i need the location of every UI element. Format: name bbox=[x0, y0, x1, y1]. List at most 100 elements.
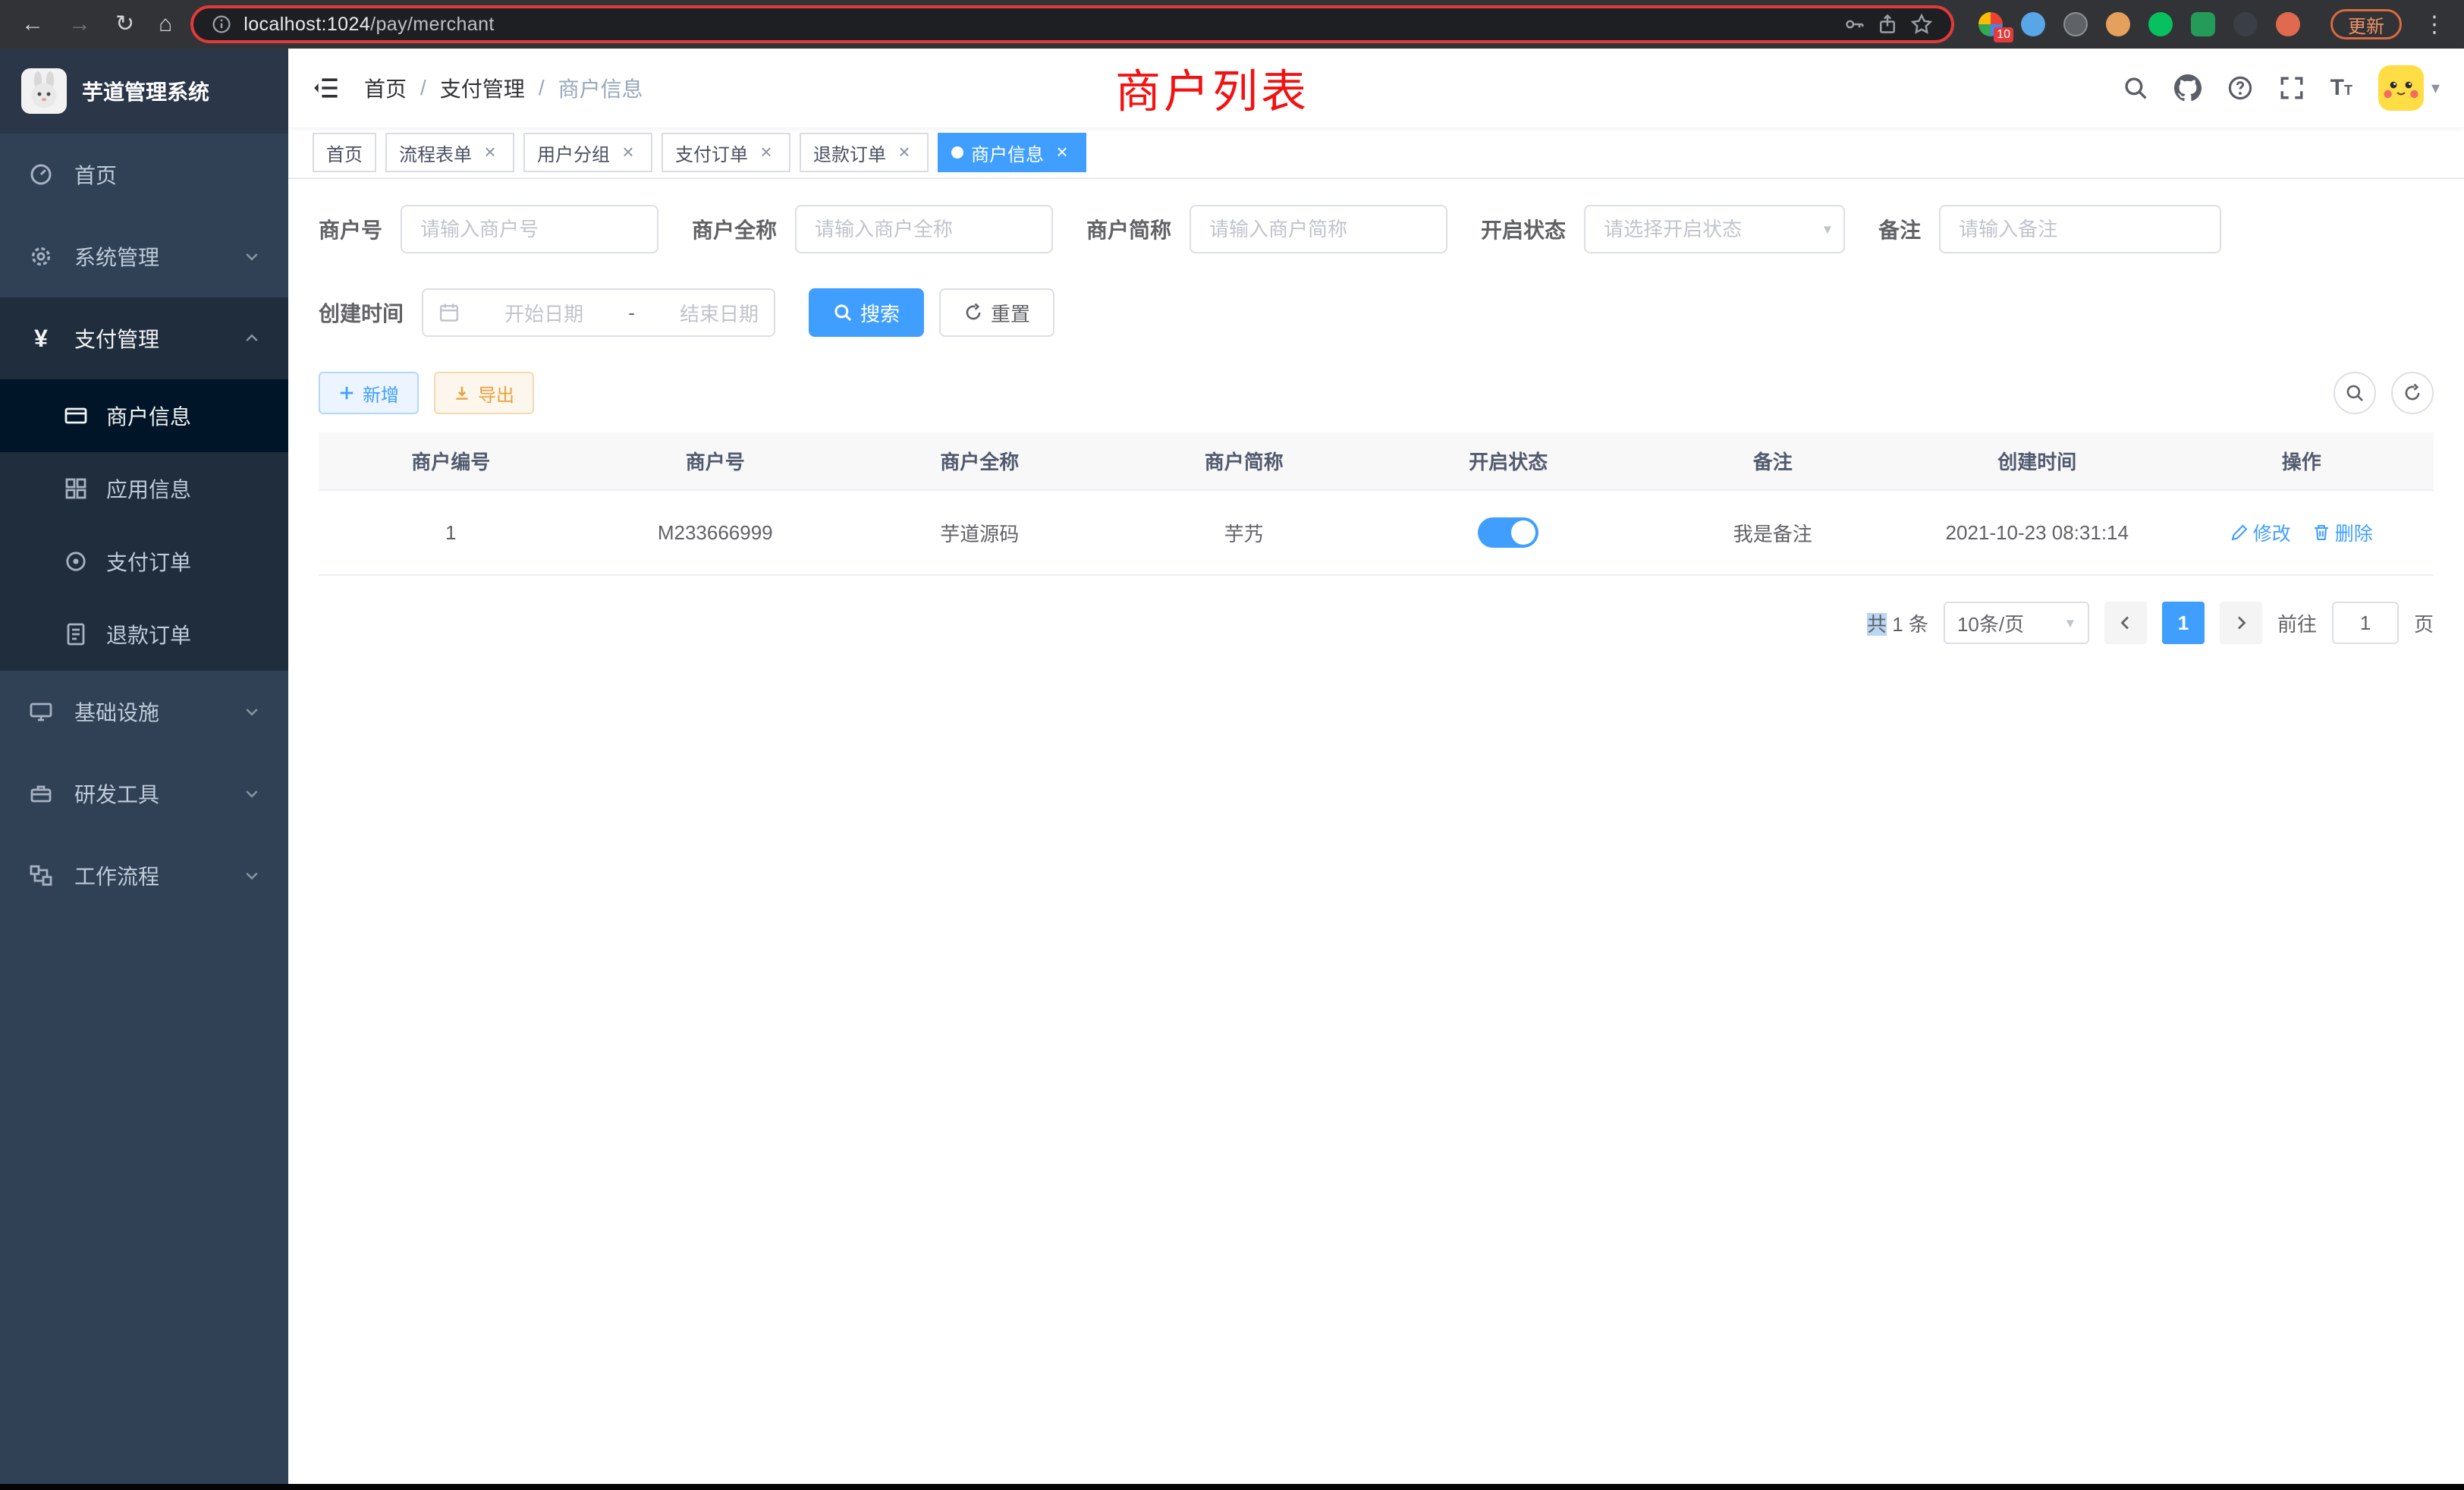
sidebar-item-workflow[interactable]: 工作流程 bbox=[0, 835, 288, 916]
user-avatar[interactable]: ▾ bbox=[2378, 65, 2440, 111]
close-icon[interactable]: × bbox=[479, 142, 501, 163]
card-icon bbox=[64, 404, 88, 428]
reload-icon[interactable]: ↻ bbox=[115, 13, 134, 36]
filter-merchant-shortname: 商户简称 bbox=[1086, 205, 1447, 253]
github-icon[interactable] bbox=[2174, 74, 2202, 102]
goto-suffix: 页 bbox=[2414, 609, 2434, 637]
add-button-label: 新增 bbox=[363, 380, 399, 407]
next-page-button[interactable] bbox=[2220, 602, 2262, 644]
breadcrumb-item[interactable]: 支付管理 bbox=[440, 73, 525, 103]
share-icon[interactable] bbox=[1877, 14, 1898, 35]
breadcrumb-item[interactable]: 首页 bbox=[364, 73, 407, 103]
toggle-search-button[interactable] bbox=[2334, 372, 2376, 414]
top-navbar: 首页 / 支付管理 / 商户信息 商户列表 bbox=[288, 49, 2464, 127]
current-page-button[interactable]: 1 bbox=[2162, 602, 2205, 644]
browser-menu-icon[interactable]: ⋮ bbox=[2420, 11, 2449, 38]
forward-icon[interactable]: → bbox=[68, 13, 91, 36]
fullscreen-icon[interactable] bbox=[2279, 75, 2305, 101]
merchant-fullname-input[interactable] bbox=[795, 205, 1053, 253]
table-row: 1 M233666999 芋道源码 芋艿 我是备注 2021-10-23 08:… bbox=[319, 490, 2434, 575]
tab-refund-order[interactable]: 退款订单× bbox=[800, 133, 929, 172]
edit-button[interactable]: 修改 bbox=[2230, 519, 2291, 546]
sidebar-item-label: 支付订单 bbox=[106, 546, 191, 577]
extension-icon[interactable] bbox=[2276, 12, 2300, 36]
close-icon[interactable]: × bbox=[894, 142, 915, 163]
chevron-down-icon bbox=[243, 866, 261, 885]
date-range-picker[interactable]: 开始日期 - 结束日期 bbox=[422, 288, 775, 337]
tab-merchant-info[interactable]: 商户信息× bbox=[938, 133, 1086, 172]
cell-merchant-no: M233666999 bbox=[583, 490, 848, 575]
document-icon bbox=[64, 622, 88, 646]
tab-label: 首页 bbox=[326, 140, 363, 166]
sidebar-item-label: 工作流程 bbox=[74, 860, 159, 891]
tab-user-group[interactable]: 用户分组 × bbox=[523, 133, 652, 172]
sidebar-item-refund-order[interactable]: 退款订单 bbox=[0, 598, 288, 671]
avatar-image bbox=[2378, 65, 2424, 111]
merchant-no-input[interactable] bbox=[401, 205, 658, 253]
extension-icon[interactable] bbox=[2021, 12, 2045, 36]
status-toggle[interactable] bbox=[1478, 517, 1538, 548]
extension-icon[interactable] bbox=[2106, 12, 2130, 36]
sidebar-item-label: 支付管理 bbox=[74, 323, 159, 354]
page-size-select[interactable]: 10条/页 ▾ bbox=[1944, 602, 2089, 644]
sidebar-item-app-info[interactable]: 应用信息 bbox=[0, 452, 288, 525]
help-icon[interactable] bbox=[2227, 75, 2253, 101]
cell-actions: 修改 删除 bbox=[2170, 490, 2434, 575]
field-label: 开启状态 bbox=[1481, 214, 1566, 244]
tab-home[interactable]: 首页 bbox=[313, 133, 376, 172]
extension-icon[interactable] bbox=[2148, 12, 2173, 36]
target-icon bbox=[64, 549, 88, 574]
sidebar-item-label: 退款订单 bbox=[106, 619, 191, 649]
site-info-icon[interactable] bbox=[212, 14, 231, 34]
search-icon[interactable] bbox=[2123, 75, 2148, 101]
extension-icon[interactable] bbox=[2063, 12, 2088, 36]
chevron-down-icon: ▾ bbox=[2066, 614, 2074, 633]
remark-input[interactable] bbox=[1939, 205, 2221, 253]
browser-toolbar: ← → ↻ ⌂ localhost:1024/pay/merchant 10 bbox=[0, 0, 2464, 49]
home-icon[interactable]: ⌂ bbox=[159, 13, 172, 36]
tab-label: 用户分组 bbox=[537, 140, 610, 166]
password-key-icon[interactable] bbox=[1843, 14, 1865, 35]
close-icon[interactable]: × bbox=[756, 142, 777, 163]
sidebar-item-infra[interactable]: 基础设施 bbox=[0, 671, 288, 753]
workflow-icon bbox=[27, 863, 55, 888]
sidebar-item-merchant-info[interactable]: 商户信息 bbox=[0, 379, 288, 452]
sidebar-item-pay[interactable]: ¥ 支付管理 bbox=[0, 297, 288, 379]
gear-icon bbox=[27, 244, 55, 269]
add-button[interactable]: 新增 bbox=[319, 372, 419, 414]
search-button-label: 搜索 bbox=[860, 299, 900, 327]
search-button[interactable]: 搜索 bbox=[809, 288, 924, 337]
address-bar[interactable]: localhost:1024/pay/merchant bbox=[190, 5, 1954, 43]
reset-button[interactable]: 重置 bbox=[939, 288, 1054, 337]
app-title: 芋道管理系统 bbox=[82, 76, 209, 106]
field-label: 商户全称 bbox=[692, 214, 777, 244]
chevron-up-icon bbox=[243, 329, 261, 347]
extension-icon[interactable] bbox=[2233, 12, 2258, 36]
date-separator: - bbox=[628, 301, 635, 325]
close-icon[interactable]: × bbox=[1051, 142, 1073, 163]
tab-pay-order[interactable]: 支付订单 × bbox=[662, 133, 790, 172]
sidebar-item-devtools[interactable]: 研发工具 bbox=[0, 753, 288, 835]
extension-icon[interactable] bbox=[2191, 12, 2215, 36]
extension-icon[interactable]: 10 bbox=[1978, 12, 2003, 36]
sidebar-item-system[interactable]: 系统管理 bbox=[0, 215, 288, 297]
status-select[interactable] bbox=[1584, 205, 1845, 253]
prev-page-button[interactable] bbox=[2104, 602, 2147, 644]
delete-button[interactable]: 删除 bbox=[2312, 519, 2373, 546]
tab-label: 支付订单 bbox=[675, 140, 748, 166]
back-icon[interactable]: ← bbox=[21, 13, 44, 36]
sidebar-item-pay-order[interactable]: 支付订单 bbox=[0, 525, 288, 598]
goto-page-input[interactable] bbox=[2332, 602, 2399, 644]
app-logo[interactable]: 芋道管理系统 bbox=[0, 49, 288, 134]
tab-process-form[interactable]: 流程表单× bbox=[385, 133, 514, 172]
browser-update-button[interactable]: 更新 bbox=[2330, 9, 2402, 39]
merchant-shortname-input[interactable] bbox=[1190, 205, 1447, 253]
export-button[interactable]: 导出 bbox=[434, 372, 534, 414]
grid-icon bbox=[64, 476, 88, 501]
font-size-icon[interactable]: TT bbox=[2330, 77, 2352, 99]
refresh-button[interactable] bbox=[2391, 372, 2434, 414]
close-icon[interactable]: × bbox=[618, 142, 639, 163]
bookmark-star-icon[interactable] bbox=[1910, 13, 1933, 36]
sidebar-item-home[interactable]: 首页 bbox=[0, 134, 288, 215]
sidebar-toggle-icon[interactable] bbox=[313, 74, 340, 102]
